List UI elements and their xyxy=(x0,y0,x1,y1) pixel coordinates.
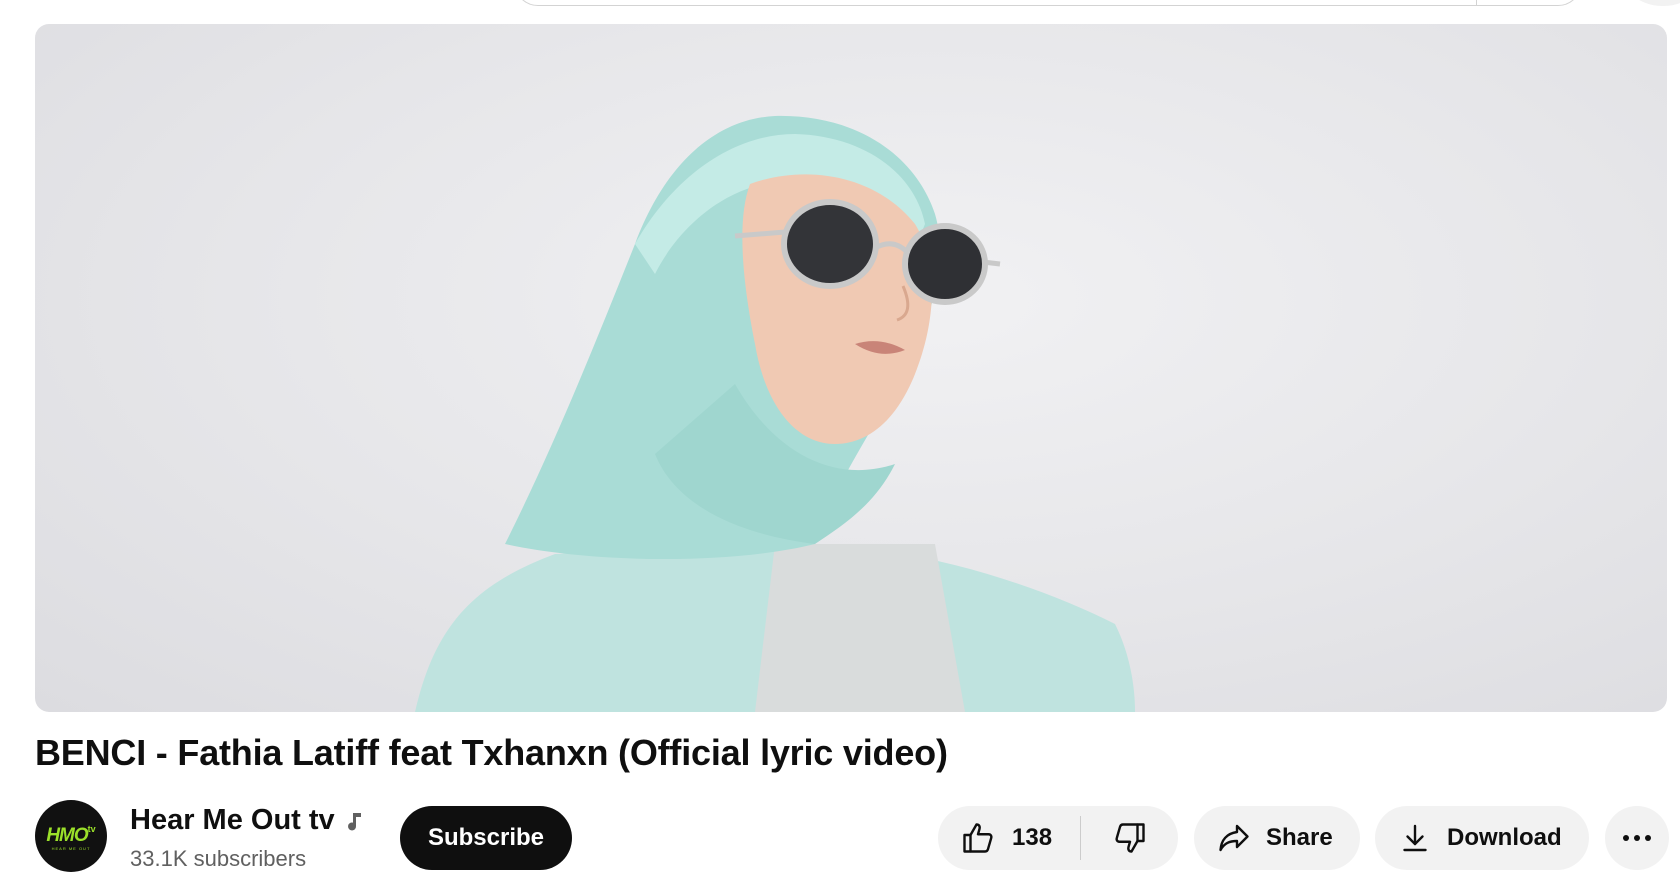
channel-logo-text: HMO xyxy=(46,825,88,846)
thumbs-down-icon xyxy=(1112,820,1148,856)
channel-avatar[interactable]: HMO tv HEAR ME OUT xyxy=(35,800,107,872)
video-frame xyxy=(415,115,1135,712)
thumbs-up-icon xyxy=(960,820,996,856)
download-label: Download xyxy=(1447,824,1562,851)
subscribe-button[interactable]: Subscribe xyxy=(400,806,572,870)
more-actions-button[interactable] xyxy=(1605,806,1669,870)
download-button[interactable]: Download xyxy=(1375,806,1589,870)
channel-logo-tv: tv xyxy=(87,824,96,834)
like-count: 138 xyxy=(1012,824,1053,851)
share-arrow-icon xyxy=(1216,820,1252,856)
search-button-divider xyxy=(1476,0,1477,5)
video-player[interactable] xyxy=(35,24,1667,712)
like-button[interactable]: 138 xyxy=(938,806,1080,870)
channel-name-row: Hear Me Out tv xyxy=(130,804,363,837)
download-icon xyxy=(1397,820,1433,856)
more-horizontal-icon xyxy=(1621,833,1653,843)
account-avatar[interactable] xyxy=(1616,0,1680,6)
like-dislike-group: 138 xyxy=(938,806,1178,870)
subscriber-count: 33.1K subscribers xyxy=(130,846,307,871)
music-note-icon xyxy=(345,811,363,831)
search-bar[interactable] xyxy=(514,0,1582,6)
share-button[interactable]: Share xyxy=(1194,806,1360,870)
share-label: Share xyxy=(1266,824,1333,851)
dislike-button[interactable] xyxy=(1081,806,1178,870)
video-title: BENCI - Fathia Latiff feat Txhanxn (Offi… xyxy=(35,732,948,773)
channel-logo-subtext: HEAR ME OUT xyxy=(51,846,91,851)
channel-name[interactable]: Hear Me Out tv xyxy=(130,804,335,837)
youtube-watch-page: BENCI - Fathia Latiff feat Txhanxn (Offi… xyxy=(0,0,1680,882)
